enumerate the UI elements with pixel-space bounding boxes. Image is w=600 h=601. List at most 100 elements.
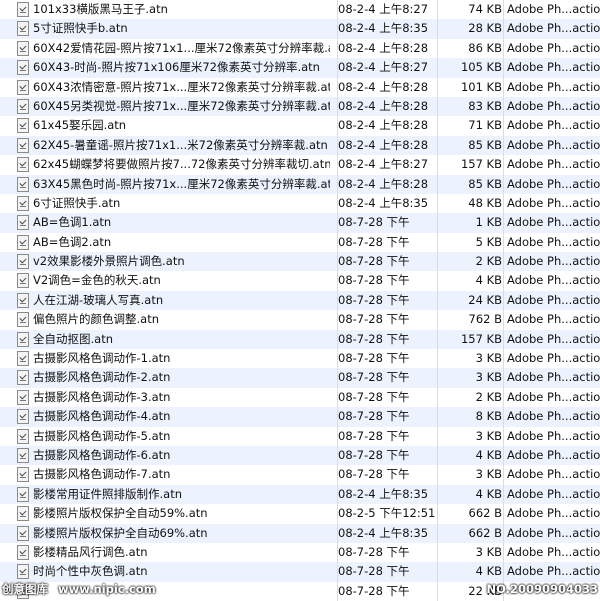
file-name: 60X45另类视觉-照片按71x...厘米72像素英寸分辨率裁.atn xyxy=(33,98,330,113)
file-row[interactable]: 影楼常用证件照排版制作.atn 08-2-4 上午8:35 4 KB Adobe Ph… xyxy=(0,484,600,505)
file-name-cell: AB=色调1.atn xyxy=(0,213,330,232)
file-kind: Adobe Ph...action xyxy=(503,290,600,311)
file-name: 古摄影风格色调动作-6.atn xyxy=(33,447,171,462)
file-row[interactable]: 5寸证照快手b.atn 08-2-4 上午8:35 28 KB Adobe Ph...… xyxy=(0,19,600,39)
file-name-cell: v2效果影楼外景照片调色.atn xyxy=(0,252,330,271)
file-row[interactable]: 古摄影风格色调动作-1.atn 08-7-28 下午 3 KB Adobe Ph...… xyxy=(0,349,600,369)
file-name: AB=色调2.atn xyxy=(33,234,112,249)
file-row[interactable]: 古摄影风格色调动作-4.atn 08-7-28 下午 8 KB Adobe Ph...… xyxy=(0,407,600,427)
file-row[interactable]: 影楼照片版权保护全自动69%.atn 08-2-4 上午8:35 662 B Adob… xyxy=(0,523,600,543)
file-date: 08-2-4 上午8:27 xyxy=(337,58,438,78)
file-size: 3 KB xyxy=(437,465,502,485)
action-file-icon xyxy=(17,21,29,37)
file-name: v2效果影楼外景照片调色.atn xyxy=(33,254,185,269)
file-kind: Adobe Ph...action xyxy=(503,329,600,350)
file-size: 4 KB xyxy=(437,484,502,505)
file-row[interactable]: 偏色照片的颜色调整.atn 08-7-28 下午 762 B Adobe Ph...a… xyxy=(0,310,600,330)
action-file-icon xyxy=(17,79,29,95)
file-size: 74 KB xyxy=(437,0,502,20)
file-row[interactable]: 60X45另类视觉-照片按71x...厘米72像素英寸分辨率裁.atn 08-2-… xyxy=(0,96,600,117)
file-name-cell xyxy=(0,582,330,601)
file-size: 3 KB xyxy=(437,426,502,446)
action-file-icon xyxy=(17,583,29,599)
file-row[interactable]: 60X42爱情花园-照片按71x1...厘米72像素英寸分辨率裁.atn 08-2… xyxy=(0,38,600,59)
file-date: 08-2-4 上午8:28 xyxy=(337,96,438,117)
file-date: 08-7-28 下午 xyxy=(337,329,438,350)
file-name: 影楼照片版权保护全自动59%.atn xyxy=(33,506,208,521)
file-row[interactable]: 63X45黑色时尚-照片按71x...厘米72像素英寸分辨率裁.atn 08-2-… xyxy=(0,174,600,194)
file-name-cell: 古摄影风格色调动作-4.atn xyxy=(0,407,330,426)
file-kind: Adobe Ph...action xyxy=(503,368,600,388)
file-date: 08-2-4 上午8:28 xyxy=(337,77,438,97)
file-row[interactable]: V2调色=金色的秋天.atn 08-7-28 下午 4 KB Adobe Ph...a… xyxy=(0,271,600,291)
file-name-cell: AB=色调2.atn xyxy=(0,233,330,252)
action-file-icon xyxy=(17,215,29,231)
file-row[interactable]: 古摄影风格色调动作-6.atn 08-7-28 下午 4 KB Adobe Ph...… xyxy=(0,445,600,466)
file-size: 85 KB xyxy=(437,135,502,156)
file-size: 662 B xyxy=(437,523,502,543)
file-row[interactable]: 08-7-28 下午 22 KB xyxy=(0,581,600,601)
file-name: 影楼照片版权保护全自动69%.atn xyxy=(33,525,208,540)
file-kind: Adobe Ph...action xyxy=(503,387,600,408)
action-file-icon xyxy=(17,428,29,444)
file-size: 71 KB xyxy=(437,116,502,136)
file-row[interactable]: 影楼照片版权保护全自动59%.atn 08-2-5 下午12:51 662 B Ado… xyxy=(0,504,600,524)
file-date: 08-2-4 上午8:28 xyxy=(337,174,438,194)
file-kind: Adobe Ph...action xyxy=(503,252,600,272)
file-row[interactable]: 101x33横版黑马王子.atn 08-2-4 上午8:27 74 KB Adobe … xyxy=(0,0,600,20)
file-size: 48 KB xyxy=(437,193,502,214)
file-date: 08-2-4 上午8:28 xyxy=(337,116,438,136)
file-kind: Adobe Ph...action xyxy=(503,155,600,175)
file-row[interactable]: 古摄影风格色调动作-7.atn 08-7-28 下午 3 KB Adobe Ph...… xyxy=(0,465,600,485)
file-size: 85 KB xyxy=(437,174,502,194)
file-row[interactable]: 60X43-时尚-照片按71x106厘米72像素英寸分辨率.atn 08-2-4 … xyxy=(0,58,600,78)
file-row[interactable]: v2效果影楼外景照片调色.atn 08-7-28 下午 2 KB Adobe Ph..… xyxy=(0,252,600,272)
file-date: 08-2-4 上午8:35 xyxy=(337,19,438,39)
file-date: 08-2-4 上午8:35 xyxy=(337,523,438,543)
file-row[interactable]: 时尚个性中灰色调.atn 08-7-28 下午 4 KB Adobe Ph...act… xyxy=(0,562,600,582)
file-row[interactable]: 影楼精品风行调色.atn 08-7-28 下午 3 KB Adobe Ph...act… xyxy=(0,542,600,563)
file-name: 古摄影风格色调动作-5.atn xyxy=(33,428,171,443)
file-kind: Adobe Ph...action xyxy=(503,271,600,291)
file-row[interactable]: 6寸证照快手.atn 08-2-4 上午8:35 48 KB Adobe Ph...a… xyxy=(0,193,600,214)
file-size: 8 KB xyxy=(437,407,502,427)
file-date: 08-7-28 下午 xyxy=(337,445,438,466)
file-kind xyxy=(503,581,600,601)
file-name-cell: 影楼照片版权保护全自动59%.atn xyxy=(0,504,330,523)
file-kind: Adobe Ph...action xyxy=(503,349,600,369)
file-name: 人在江湖-玻璃人写真.atn xyxy=(33,292,164,307)
file-name: 63X45黑色时尚-照片按71x...厘米72像素英寸分辨率裁.atn xyxy=(33,176,330,191)
file-name-cell: 古摄影风格色调动作-5.atn xyxy=(0,427,330,446)
file-row[interactable]: 61x45娶乐园.atn 08-2-4 上午8:28 71 KB Adobe Ph..… xyxy=(0,116,600,136)
file-kind: Adobe Ph...action xyxy=(503,465,600,485)
file-kind: Adobe Ph...action xyxy=(503,0,600,20)
action-file-icon xyxy=(17,292,29,308)
file-row[interactable]: 古摄影风格色调动作-5.atn 08-7-28 下午 3 KB Adobe Ph...… xyxy=(0,426,600,446)
file-date: 08-2-4 上午8:35 xyxy=(337,193,438,214)
file-name-cell: 古摄影风格色调动作-3.atn xyxy=(0,388,330,407)
file-kind: Adobe Ph...action xyxy=(503,19,600,39)
file-name-cell: 影楼照片版权保护全自动69%.atn xyxy=(0,524,330,543)
file-row[interactable]: AB=色调1.atn 08-7-28 下午 1 KB Adobe Ph...actio… xyxy=(0,213,600,233)
file-row[interactable]: 60X43浓情密意-照片按71x...厘米72像素英寸分辨率裁.atn 08-2-… xyxy=(0,77,600,97)
action-file-icon xyxy=(17,486,29,502)
file-size: 101 KB xyxy=(437,77,502,97)
action-file-icon xyxy=(17,351,29,367)
action-file-icon xyxy=(17,157,29,173)
action-file-icon xyxy=(17,60,29,76)
file-name: 60X43浓情密意-照片按71x...厘米72像素英寸分辨率裁.atn xyxy=(33,79,330,94)
file-kind: Adobe Ph...action xyxy=(503,426,600,446)
file-kind: Adobe Ph...action xyxy=(503,135,600,156)
file-row[interactable]: 62x45蝴蝶梦将要做照片按7...72像素英寸分辨率裁切.atn 08-2-4 … xyxy=(0,155,600,175)
file-size: 22 KB xyxy=(437,581,502,601)
file-row[interactable]: 62X45-暑童谣-照片按71x1...米72像素英寸分辨率裁.atn 08-2-… xyxy=(0,135,600,156)
file-row[interactable]: AB=色调2.atn 08-7-28 下午 5 KB Adobe Ph...actio… xyxy=(0,232,600,253)
file-name-cell: 62x45蝴蝶梦将要做照片按7...72像素英寸分辨率裁切.atn xyxy=(0,155,330,174)
file-row[interactable]: 古摄影风格色调动作-3.atn 08-7-28 下午 2 KB Adobe Ph...… xyxy=(0,387,600,408)
file-name: 古摄影风格色调动作-7.atn xyxy=(33,467,171,482)
file-name: 古摄影风格色调动作-4.atn xyxy=(33,409,171,424)
file-row[interactable]: 古摄影风格色调动作-2.atn 08-7-28 下午 3 KB Adobe Ph...… xyxy=(0,368,600,388)
file-row[interactable]: 人在江湖-玻璃人写真.atn 08-7-28 下午 24 KB Adobe Ph...… xyxy=(0,290,600,311)
file-row[interactable]: 全自动抠图.atn 08-7-28 下午 157 KB Adobe Ph...acti… xyxy=(0,329,600,350)
file-date: 08-2-4 上午8:27 xyxy=(337,0,438,20)
